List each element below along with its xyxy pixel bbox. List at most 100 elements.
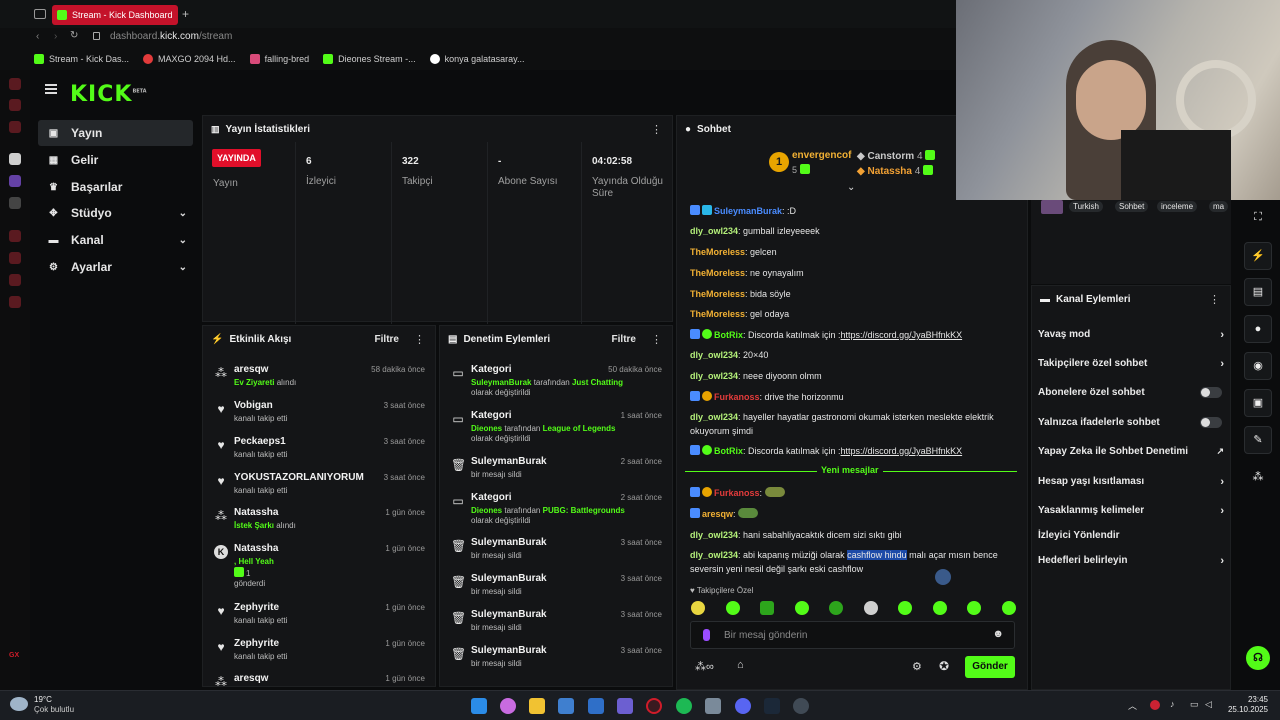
bookmark-item[interactable]: Dieones Stream -... xyxy=(323,54,416,64)
obs-icon[interactable] xyxy=(793,698,809,714)
volume-icon[interactable]: ◁ xyxy=(1205,699,1212,710)
top-gifter-2[interactable]: ◆ Canstorm 4 xyxy=(857,150,937,162)
notes-icon[interactable]: ▤ xyxy=(1244,278,1272,306)
menu-icon[interactable] xyxy=(45,84,57,94)
history-icon[interactable] xyxy=(9,230,21,242)
workspace-icon[interactable] xyxy=(34,9,46,19)
nav-item-gelir[interactable]: ▦ Gelir xyxy=(38,147,193,173)
back-icon[interactable]: ‹ xyxy=(36,31,39,42)
support-icon[interactable]: ☊ xyxy=(1246,646,1270,670)
expand-icon[interactable]: ⌄ xyxy=(847,182,855,193)
action-slow-mode[interactable]: Yavaş mod › xyxy=(1038,329,1228,341)
nav-item-basarilar[interactable]: ♛ Başarılar xyxy=(38,174,193,200)
discord-link[interactable]: https://discord.gg/JyaBHfnkKX xyxy=(841,446,963,456)
weather-temp[interactable]: 19°C xyxy=(34,695,52,704)
nav-item-kanal[interactable]: ▬ Kanal ⌄ xyxy=(38,227,193,253)
action-ai-moderation[interactable]: Yapay Zeka ile Sohbet Denetimi ↗ xyxy=(1038,446,1228,457)
bookmark-item[interactable]: falling-bred xyxy=(249,54,309,64)
emote-icon[interactable] xyxy=(863,601,878,615)
top-gifter-3[interactable]: ◆ Natassha 4 xyxy=(857,165,935,177)
fullscreen-icon[interactable]: ⛶ xyxy=(1244,204,1272,232)
more-options-icon[interactable]: ⋮ xyxy=(651,333,662,346)
action-raid[interactable]: İzleyici Yönlendir xyxy=(1038,530,1228,541)
x-twitter-icon[interactable] xyxy=(9,197,21,209)
action-goals[interactable]: Hedefleri belirleyin › xyxy=(1038,555,1228,567)
tag-pill[interactable]: inceleme xyxy=(1157,201,1198,212)
action-account-age[interactable]: Hesap yaşı kısıtlaması › xyxy=(1038,476,1228,488)
toggle-switch[interactable] xyxy=(1200,387,1222,398)
toggle-switch[interactable] xyxy=(1200,417,1222,428)
steam-icon[interactable] xyxy=(764,698,780,714)
broadcast-icon[interactable]: ◉ xyxy=(1244,352,1272,380)
tag-pill[interactable]: Sohbet xyxy=(1115,201,1149,212)
bolt-icon[interactable]: ⚡ xyxy=(1244,242,1272,270)
discord-icon[interactable] xyxy=(735,698,751,714)
emote-icon[interactable] xyxy=(1001,601,1016,615)
microphone-icon[interactable]: ♪ xyxy=(1170,699,1175,709)
settings-icon[interactable] xyxy=(9,296,21,308)
weather-desc[interactable]: Çok bulutlu xyxy=(34,705,74,714)
nav-item-yayin[interactable]: ▣ Yayın xyxy=(38,120,193,146)
more-options-icon[interactable]: ⋮ xyxy=(414,333,425,346)
reload-icon[interactable]: ↻ xyxy=(70,30,78,41)
extensions-icon[interactable] xyxy=(9,274,21,286)
emoji-icon[interactable]: ☻ xyxy=(992,628,1004,640)
downloads-icon[interactable] xyxy=(9,252,21,264)
chevron-up-icon[interactable]: ︿ xyxy=(1128,699,1137,712)
url-field[interactable]: dashboard.kick.com/stream xyxy=(110,31,232,42)
copilot-icon[interactable] xyxy=(500,698,516,714)
action-followers-only[interactable]: Takipçilere özel sohbet › xyxy=(1038,358,1228,370)
nav-item-ayarlar[interactable]: ⚙ Ayarlar ⌄ xyxy=(38,254,193,280)
action-subscribers-only[interactable]: Abonelere özel sohbet xyxy=(1038,387,1228,398)
more-options-icon[interactable]: ⋮ xyxy=(1209,293,1220,306)
send-button[interactable]: Gönder xyxy=(965,656,1015,678)
nav-item-studyo[interactable]: ✥ Stüdyo ⌄ xyxy=(38,200,193,226)
chat-settings-icon[interactable]: ⚙ xyxy=(912,660,922,673)
twitch-icon[interactable] xyxy=(9,175,21,187)
new-tab-icon[interactable]: + xyxy=(182,7,189,21)
tag-pill[interactable]: Turkish xyxy=(1069,201,1103,212)
emote-icon[interactable] xyxy=(898,601,913,615)
chat-icon[interactable]: ● xyxy=(1244,315,1272,343)
emote-icon[interactable] xyxy=(760,601,775,615)
network-icon[interactable]: ▭ xyxy=(1190,699,1199,710)
kick-logo[interactable]: KICKBETA xyxy=(70,82,147,107)
chat-input[interactable]: Bir mesaj gönderin ☻ xyxy=(690,621,1015,649)
file-explorer-icon[interactable] xyxy=(529,698,545,714)
clock-time[interactable]: 23:45 xyxy=(1232,695,1268,704)
action-emotes-only[interactable]: Yalnızca ifadelerle sohbet xyxy=(1038,417,1228,428)
opera-gx-icon[interactable] xyxy=(646,698,662,714)
bookmark-item[interactable]: konya galatasaray... xyxy=(429,54,525,64)
users-icon[interactable]: ⁂ xyxy=(1244,464,1272,492)
action-banned-words[interactable]: Yasaklanmış kelimeler › xyxy=(1038,505,1228,517)
tabs-icon[interactable] xyxy=(9,78,21,90)
player-icon[interactable] xyxy=(9,121,21,133)
kick-app-icon[interactable] xyxy=(9,153,21,165)
discord-link[interactable]: https://discord.gg/JyaBHfnkKX xyxy=(841,330,963,340)
more-options-icon[interactable]: ⋮ xyxy=(651,123,662,136)
tab-active[interactable]: Stream - Kick Dashboard xyxy=(52,5,178,25)
store-icon[interactable] xyxy=(558,698,574,714)
emote-icon[interactable] xyxy=(794,601,809,615)
emote-icon[interactable] xyxy=(691,601,705,615)
spotify-icon[interactable] xyxy=(676,698,692,714)
outlook-icon[interactable] xyxy=(588,698,604,714)
filter-button[interactable]: Filtre xyxy=(612,334,636,345)
filter-button[interactable]: Filtre xyxy=(375,334,399,345)
emote-icon[interactable] xyxy=(829,601,844,615)
tag-pill[interactable]: ma xyxy=(1209,201,1229,212)
store-icon[interactable]: ⌂ xyxy=(737,659,744,671)
bookmark-item[interactable]: Stream - Kick Das... xyxy=(34,54,129,64)
app-icon[interactable] xyxy=(705,698,721,714)
badge-icon[interactable]: ✪ xyxy=(939,659,949,673)
emote-icon[interactable] xyxy=(932,601,947,615)
clock-date[interactable]: 25.10.2025 xyxy=(1224,705,1268,714)
viewers-infinity-icon[interactable]: ⁂∞ xyxy=(695,660,714,673)
layout-icon[interactable]: ▣ xyxy=(1244,389,1272,417)
microphone-icon[interactable] xyxy=(703,629,710,641)
top-gifter-1[interactable]: envergencof xyxy=(792,150,851,161)
teams-icon[interactable] xyxy=(617,698,633,714)
emote-icon[interactable] xyxy=(725,601,740,615)
wrench-icon[interactable]: ✎ xyxy=(1244,426,1272,454)
start-icon[interactable] xyxy=(471,698,487,714)
